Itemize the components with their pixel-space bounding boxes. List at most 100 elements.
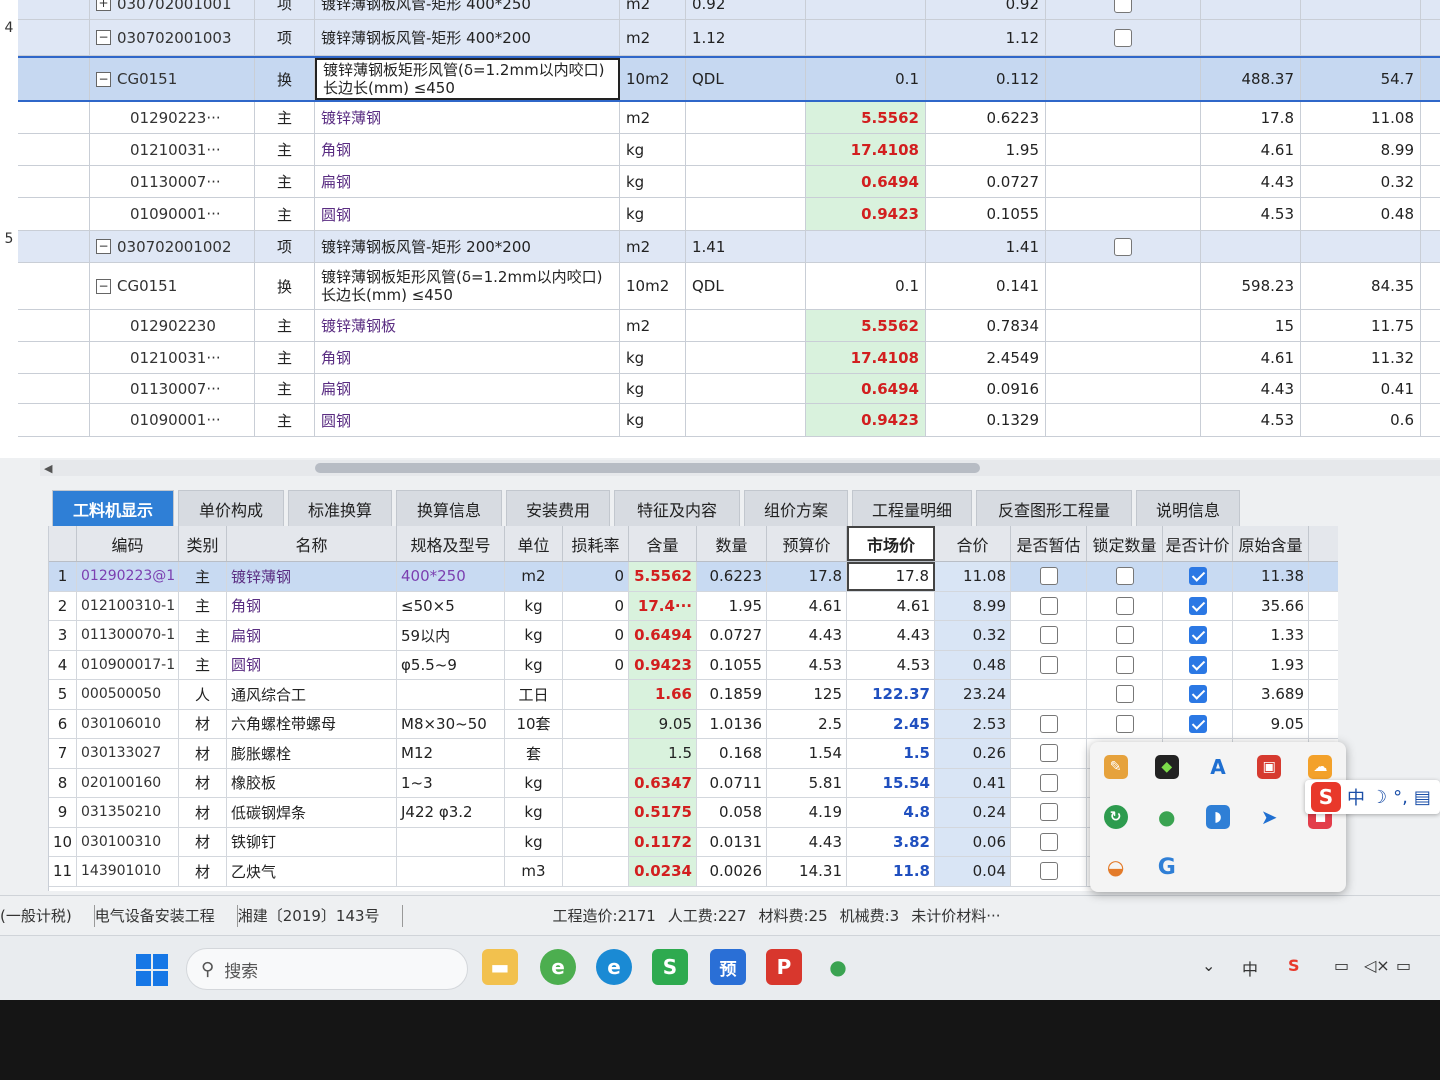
content[interactable]: 0.0234 — [629, 857, 697, 886]
bill-code[interactable]: −030702001003 — [90, 20, 255, 55]
resource-spec[interactable] — [397, 680, 505, 709]
tab-8[interactable]: 反查图形工程量 — [976, 490, 1132, 526]
tab-3[interactable]: 换算信息 — [396, 490, 502, 526]
bill-code[interactable]: −030702001002 — [90, 231, 255, 262]
resource-name[interactable]: 橡胶板 — [227, 768, 397, 797]
tray-chevron-icon[interactable]: ⌄ — [1202, 956, 1215, 975]
bill-row[interactable]: 012902230 主镀锌薄钢板 m2 5.5562 0.7834 15 11.75 — [18, 310, 1440, 342]
expression[interactable] — [686, 166, 806, 197]
provisional-checkbox[interactable] — [1039, 596, 1058, 615]
tree-expander-icon[interactable]: − — [96, 278, 111, 294]
tab-9[interactable]: 说明信息 — [1136, 490, 1240, 526]
loss-rate[interactable]: 0 — [563, 591, 629, 620]
bill-name[interactable]: 角钢 — [315, 342, 620, 373]
bill-code[interactable]: 01210031··· — [90, 342, 255, 373]
resource-name[interactable]: 乙炔气 — [227, 857, 397, 886]
market-price[interactable]: 17.8 — [847, 562, 935, 591]
resource-code[interactable]: 030106010 — [77, 709, 179, 738]
market-price[interactable]: 2.45 — [847, 709, 935, 738]
resource-spec[interactable]: M8×30~50 — [397, 709, 505, 738]
column-header[interactable]: 单位 — [505, 526, 563, 561]
lock-quantity-checkbox[interactable] — [1115, 626, 1134, 645]
column-header[interactable]: 编码 — [77, 526, 179, 561]
resource-row[interactable]: 2 012100310-1 主角钢 ≤50×5 kg 0 17.4··· 1.95 4.61 4.… — [49, 591, 1338, 621]
bill-name[interactable]: 圆钢 — [315, 404, 620, 436]
resource-code[interactable]: 000500050 — [77, 680, 179, 709]
loss-rate[interactable] — [563, 827, 629, 856]
resource-code[interactable]: 031350210 — [77, 798, 179, 827]
expression[interactable]: 0.92 — [686, 0, 806, 19]
windows-start-icon[interactable] — [136, 954, 168, 986]
market-price[interactable]: 4.8 — [847, 798, 935, 827]
resource-name[interactable]: 六角螺栓带螺母 — [227, 709, 397, 738]
scrollbar-thumb[interactable] — [315, 463, 980, 473]
resource-name[interactable]: 通风综合工 — [227, 680, 397, 709]
lock-quantity-checkbox[interactable] — [1115, 714, 1134, 733]
wechat-icon[interactable]: ● — [1155, 805, 1179, 829]
expression[interactable] — [686, 374, 806, 403]
scroll-left-arrow-icon[interactable]: ◀ — [44, 462, 52, 475]
include-price-checkbox[interactable] — [1188, 655, 1207, 674]
ime-toolbar[interactable]: S 中 ☽ °, ▤ — [1305, 780, 1440, 814]
expression[interactable]: QDL — [686, 263, 806, 309]
resource-spec[interactable]: J422 φ3.2 — [397, 798, 505, 827]
ime-language[interactable]: 中 — [1347, 784, 1365, 810]
column-header[interactable]: 是否计价 — [1163, 526, 1233, 561]
provisional-checkbox[interactable] — [1039, 862, 1058, 881]
include-price-checkbox[interactable] — [1188, 567, 1207, 586]
bill-row[interactable]: 01210031··· 主角钢 kg 17.4108 1.95 4.61 8.99 — [18, 134, 1440, 166]
content[interactable]: 0.5175 — [629, 798, 697, 827]
resource-name[interactable]: 圆钢 — [227, 650, 397, 679]
column-header[interactable]: 类别 — [179, 526, 227, 561]
resource-spec[interactable]: 1~3 — [397, 768, 505, 797]
resource-spec[interactable]: φ5.5~9 — [397, 650, 505, 679]
bill-code[interactable]: 01130007··· — [90, 166, 255, 197]
bill-row[interactable]: 3+030702001001项镀锌薄钢板风管-矩形 400*250m20.920… — [5, 0, 1440, 20]
loss-rate[interactable]: 0 — [563, 562, 629, 591]
bill-code[interactable]: 01090001··· — [90, 404, 255, 436]
pdf-app-icon[interactable]: ▣ — [1257, 755, 1282, 779]
bill-row[interactable]: 4−030702001003 项镀锌薄钢板风管-矩形 400*200 m2 1.12 1… — [5, 20, 1440, 56]
provisional-checkbox[interactable] — [1039, 626, 1058, 645]
bill-row[interactable]: − CG0151 换镀锌薄钢板矩形风管(δ=1.2mm以内咬口)长边长(mm) ≤4… — [18, 56, 1440, 102]
wechat-taskbar-icon[interactable]: ● — [820, 949, 856, 985]
content[interactable]: 0.6494 — [629, 621, 697, 650]
tree-expander-icon[interactable]: − — [96, 30, 111, 45]
expression[interactable] — [686, 310, 806, 341]
include-price-checkbox[interactable] — [1188, 714, 1207, 733]
resource-row[interactable]: 5 000500050 人通风综合工 工日 1.66 0.1859 125 122.37 23.… — [49, 680, 1338, 710]
resource-row[interactable]: 3 011300070-1 主扁钢 59以内 kg 0 0.6494 0.0727 4.43 4.… — [49, 621, 1338, 651]
bill-name[interactable]: 镀锌薄钢 — [315, 102, 620, 133]
tab-5[interactable]: 特征及内容 — [614, 490, 740, 526]
column-header[interactable]: 原始含量 — [1233, 526, 1309, 561]
resource-code[interactable]: 011300070-1 — [77, 621, 179, 650]
resource-code[interactable]: 030133027 — [77, 739, 179, 768]
tab-2[interactable]: 标准换算 — [288, 490, 392, 526]
resource-code[interactable]: 010900017-1 — [77, 650, 179, 679]
resource-name[interactable]: 镀锌薄钢 — [227, 562, 397, 591]
bill-code[interactable]: − CG0151 — [90, 263, 255, 309]
bill-name[interactable]: 扁钢 — [315, 166, 620, 197]
update-app-icon[interactable]: ◒ — [1104, 855, 1128, 879]
bill-row[interactable]: 01130007··· 主扁钢 kg 0.6494 0.0916 4.43 0.41 — [18, 374, 1440, 404]
checkbox[interactable] — [1114, 28, 1132, 47]
provisional-checkbox[interactable] — [1039, 714, 1058, 733]
expression[interactable] — [686, 102, 806, 133]
tree-expander-icon[interactable]: − — [96, 71, 111, 87]
bill-row[interactable]: 01090001··· 主圆钢 kg 0.9423 0.1055 4.53 0.48 — [18, 198, 1440, 231]
bill-row[interactable]: 01210031··· 主角钢 kg 17.4108 2.4549 4.61 11.32 — [18, 342, 1440, 374]
content[interactable]: 1.66 — [629, 680, 697, 709]
include-price-checkbox[interactable] — [1188, 685, 1207, 704]
bill-code[interactable]: − CG0151 — [90, 58, 255, 100]
bill-code[interactable]: +030702001001 — [90, 0, 255, 19]
provisional-checkbox[interactable] — [1039, 567, 1058, 586]
resource-row[interactable]: 4 010900017-1 主圆钢 φ5.5~9 kg 0 0.9423 0.1055 4.53… — [49, 650, 1338, 680]
column-header[interactable]: 名称 — [227, 526, 397, 561]
tab-1[interactable]: 单价构成 — [178, 490, 284, 526]
nvidia-icon[interactable]: ◆ — [1154, 755, 1179, 779]
expression[interactable] — [686, 198, 806, 230]
tab-6[interactable]: 组价方案 — [744, 490, 848, 526]
sogou-tray-icon[interactable]: S — [1288, 956, 1300, 975]
expression[interactable]: 1.12 — [686, 20, 806, 55]
market-price[interactable]: 3.82 — [847, 827, 935, 856]
